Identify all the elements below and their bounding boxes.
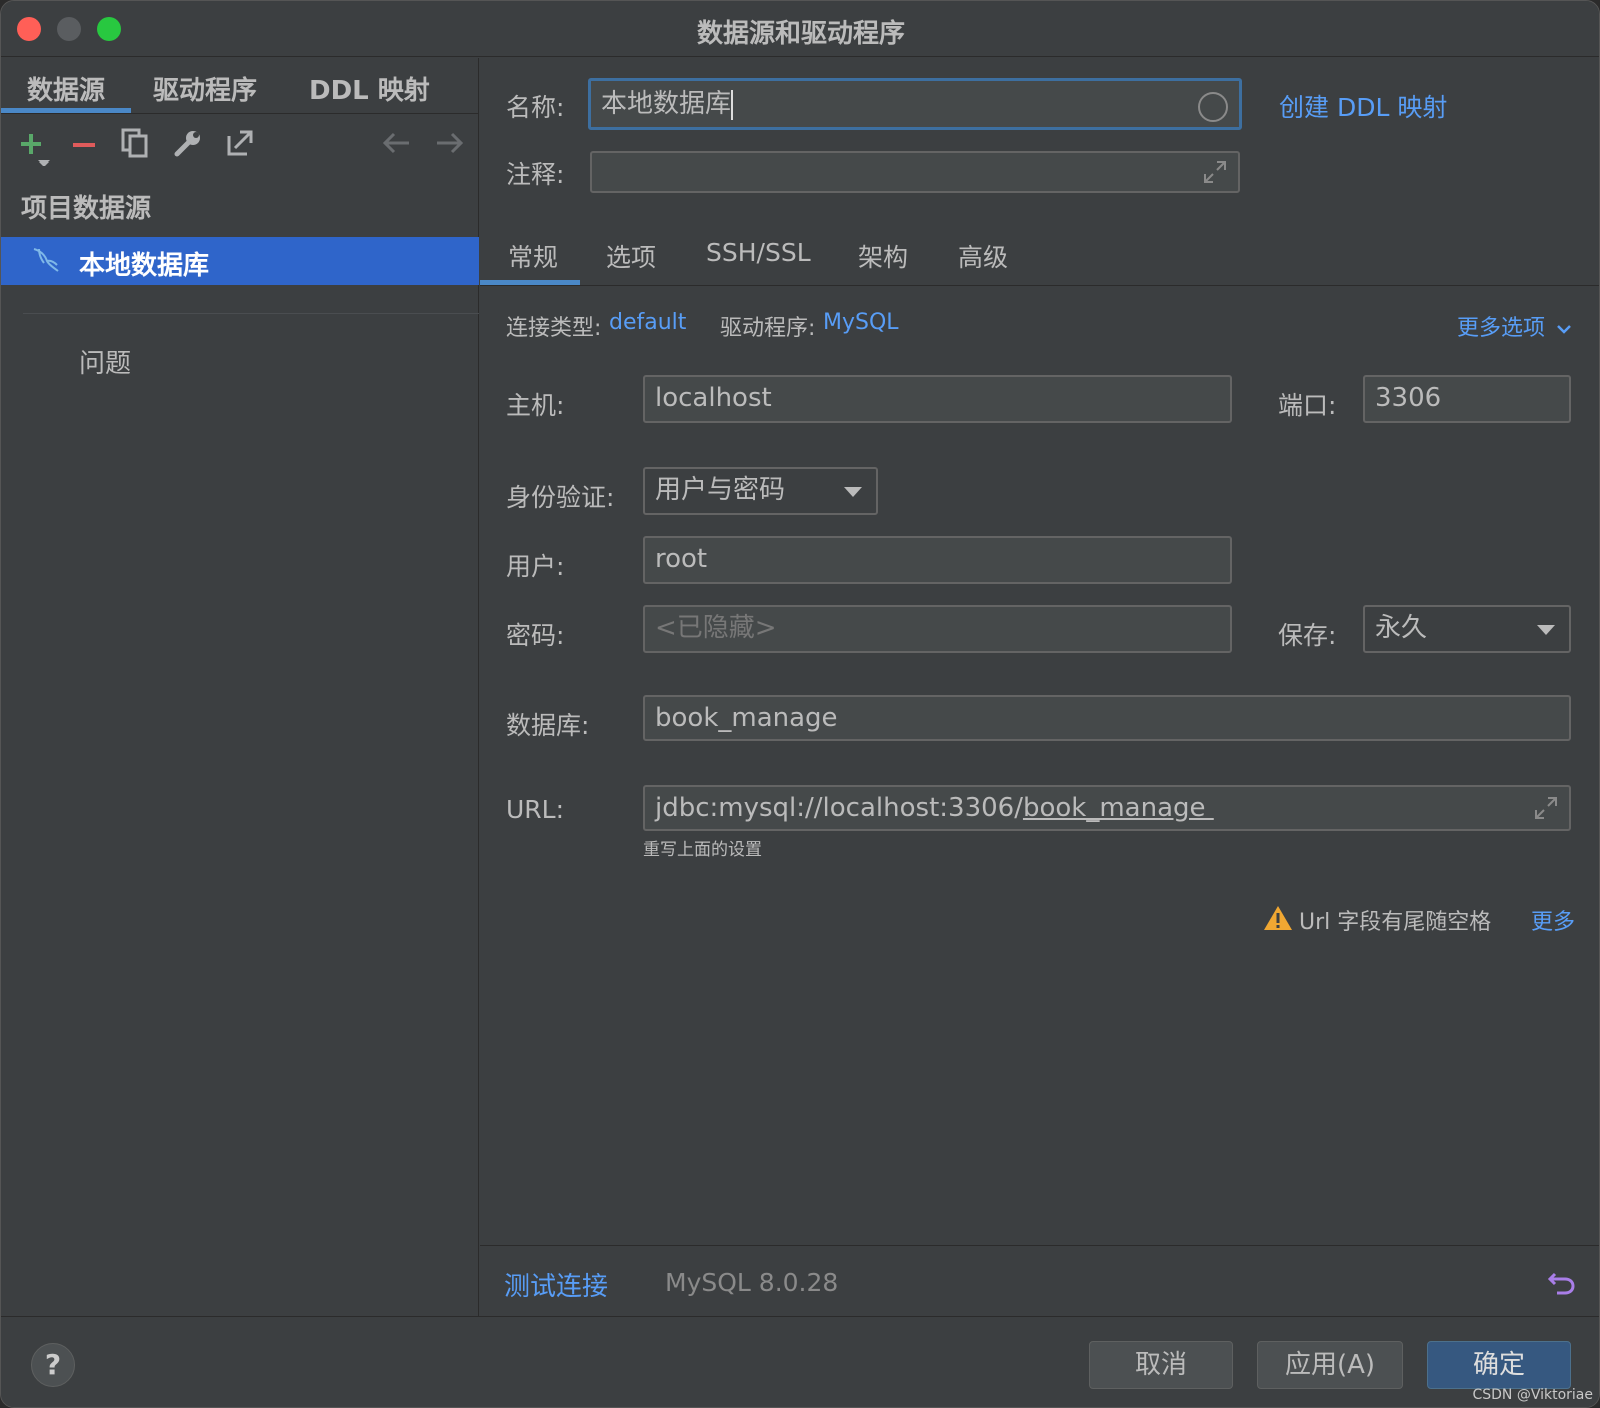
problems-item[interactable]: 问题 xyxy=(79,343,131,380)
dialog-window: 数据源和驱动程序 数据源 驱动程序 DDL 映射 项目数据源 本地数据库 问题 … xyxy=(0,0,1600,1408)
forward-arrow-icon[interactable] xyxy=(435,130,465,156)
url-hint: 重写上面的设置 xyxy=(643,840,762,860)
back-arrow-icon[interactable] xyxy=(381,130,411,156)
connection-type-link[interactable]: default xyxy=(609,310,686,335)
bottom-divider xyxy=(480,1245,1599,1246)
url-prefix: jdbc:mysql://localhost:3306/ xyxy=(655,793,1023,823)
name-input[interactable]: 本地数据库 xyxy=(588,78,1242,130)
auth-label: 身份验证: xyxy=(506,483,615,512)
warning-icon xyxy=(1264,906,1292,930)
tab-general[interactable]: 常规 xyxy=(508,238,558,274)
tab-options[interactable]: 选项 xyxy=(606,238,656,274)
tab-drivers[interactable]: 驱动程序 xyxy=(153,70,257,107)
database-input[interactable]: book_manage xyxy=(643,695,1571,741)
comment-label: 注释: xyxy=(506,160,565,189)
url-label: URL: xyxy=(506,795,565,824)
port-label: 端口: xyxy=(1278,391,1337,420)
watermark-text: CSDN @Viktoriae xyxy=(1472,1387,1593,1403)
caret-down-icon xyxy=(844,487,862,497)
auth-dropdown[interactable]: 用户与密码 xyxy=(643,467,878,515)
name-input-value: 本地数据库 xyxy=(601,89,732,119)
save-label: 保存: xyxy=(1278,621,1337,650)
title-bar: 数据源和驱动程序 xyxy=(1,1,1599,57)
tree-item-label: 本地数据库 xyxy=(79,251,210,281)
color-circle-icon[interactable] xyxy=(1197,91,1229,123)
tab-data-sources[interactable]: 数据源 xyxy=(27,70,105,107)
url-database-part: book_manage xyxy=(1022,793,1214,823)
cancel-button[interactable]: 取消 xyxy=(1089,1341,1233,1389)
revert-icon[interactable] xyxy=(1547,1268,1577,1298)
wrench-icon[interactable] xyxy=(173,128,203,158)
warning-more-link[interactable]: 更多 xyxy=(1531,904,1575,936)
auth-dropdown-value: 用户与密码 xyxy=(655,475,786,505)
left-panel: 数据源 驱动程序 DDL 映射 项目数据源 本地数据库 问题 xyxy=(1,58,479,1316)
user-label: 用户: xyxy=(506,552,565,581)
driver-label: 驱动程序: xyxy=(720,316,816,341)
left-toolbar xyxy=(1,118,479,170)
expand-icon[interactable] xyxy=(1533,795,1559,821)
name-label: 名称: xyxy=(506,93,565,122)
active-tab-indicator xyxy=(1,108,131,113)
expand-icon[interactable] xyxy=(1202,159,1228,185)
connection-tab-bar: 常规 选项 SSH/SSL 架构 高级 xyxy=(480,228,1599,286)
tab-schemas[interactable]: 架构 xyxy=(858,238,908,274)
project-data-sources-heading: 项目数据源 xyxy=(21,194,152,224)
url-input[interactable]: jdbc:mysql://localhost:3306/book_manage xyxy=(643,785,1571,831)
host-label: 主机: xyxy=(506,391,565,420)
tab-advanced[interactable]: 高级 xyxy=(958,238,1008,274)
left-tab-bar: 数据源 驱动程序 DDL 映射 xyxy=(1,58,479,114)
tab-ddl-mappings[interactable]: DDL 映射 xyxy=(309,70,430,107)
add-icon[interactable] xyxy=(19,130,53,166)
remove-icon[interactable] xyxy=(71,130,97,160)
mysql-version-text: MySQL 8.0.28 xyxy=(665,1268,839,1297)
text-cursor xyxy=(731,89,734,120)
database-label: 数据库: xyxy=(506,711,590,740)
help-button[interactable]: ? xyxy=(31,1343,75,1387)
test-connection-link[interactable]: 测试连接 xyxy=(504,1266,608,1303)
apply-button[interactable]: 应用(A) xyxy=(1257,1341,1403,1389)
more-options-label: 更多选项 xyxy=(1457,316,1546,341)
dialog-footer: ? 取消 应用(A) 确定 CSDN @Viktoriae xyxy=(1,1316,1599,1407)
save-dropdown[interactable]: 永久 xyxy=(1363,605,1571,653)
open-external-icon[interactable] xyxy=(225,128,255,158)
mysql-dolphin-icon xyxy=(33,248,59,272)
comment-input[interactable] xyxy=(590,151,1240,193)
ok-button[interactable]: 确定 xyxy=(1427,1341,1571,1389)
password-input[interactable]: <已隐藏> xyxy=(643,605,1232,653)
password-label: 密码: xyxy=(506,621,565,650)
duplicate-icon[interactable] xyxy=(121,128,149,158)
left-divider xyxy=(23,313,479,314)
chevron-down-icon xyxy=(1557,325,1571,334)
right-panel: 名称: 本地数据库 创建 DDL 映射 注释: 常规 选项 SSH/SSL 架构… xyxy=(480,58,1599,1316)
active-tab-indicator xyxy=(480,280,580,285)
more-options-link[interactable]: 更多选项 xyxy=(1457,310,1572,342)
save-dropdown-value: 永久 xyxy=(1375,613,1428,643)
user-input[interactable]: root xyxy=(643,536,1232,584)
driver-link[interactable]: MySQL xyxy=(823,310,899,335)
connection-type-label: 连接类型: xyxy=(506,316,602,341)
tree-item-local-database[interactable]: 本地数据库 xyxy=(1,237,479,285)
tab-ssh-ssl[interactable]: SSH/SSL xyxy=(706,238,811,267)
caret-down-icon xyxy=(1537,625,1555,635)
port-input[interactable]: 3306 xyxy=(1363,375,1571,423)
window-title: 数据源和驱动程序 xyxy=(696,19,905,49)
create-ddl-mapping-link[interactable]: 创建 DDL 映射 xyxy=(1279,88,1447,124)
warning-text: Url 字段有尾随空格 xyxy=(1299,910,1492,935)
host-input[interactable]: localhost xyxy=(643,375,1232,423)
